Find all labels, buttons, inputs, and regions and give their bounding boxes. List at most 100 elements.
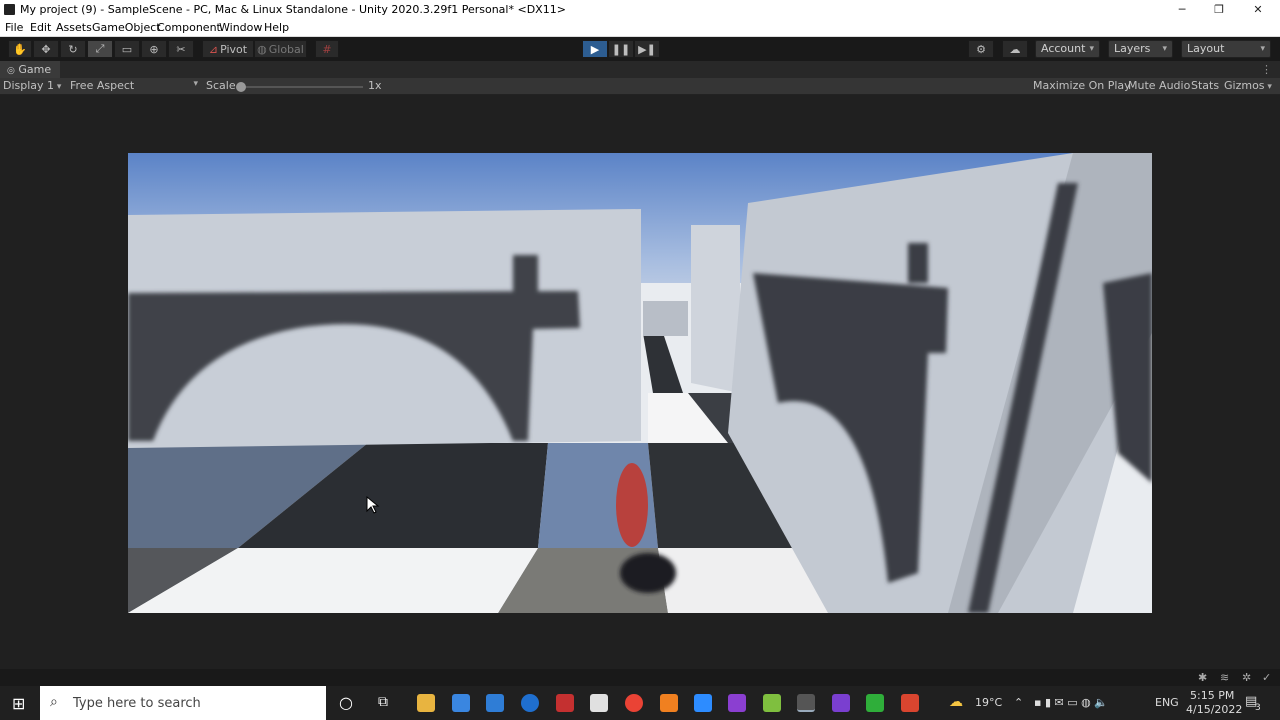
player-ball [616,463,648,547]
gizmos-label: Gizmos [1224,79,1265,92]
more-options-icon[interactable]: ⋮ [1261,63,1272,76]
unity-editor-icon[interactable] [797,694,815,712]
pause-button[interactable]: ❚❚ [608,40,634,58]
hand-tool-icon[interactable]: ✋ [8,40,32,58]
rotate-tool-icon[interactable]: ↻ [60,40,86,58]
chevron-up-icon[interactable]: ⌃ [1014,696,1023,709]
minimize-button[interactable]: ─ [1162,0,1202,20]
pycharm-icon[interactable] [763,694,781,712]
game-render[interactable] [128,153,1152,613]
aspect-label: Free Aspect [70,79,135,92]
wall-distant-small [643,301,688,336]
weather-temp[interactable]: 19°C [975,696,1002,709]
scale-label: Scale [206,79,236,92]
scale-tool-icon[interactable]: ⤢ [87,40,113,58]
aspect-dropdown[interactable]: Free Aspect ▾ [70,79,198,92]
tab-game[interactable]: ◎ Game [0,61,60,78]
camtasia-icon[interactable] [866,694,884,712]
sync-app-icon[interactable] [660,694,678,712]
pause-icon: ❚❚ [611,42,631,56]
main-toolbar: ✋ ✥ ↻ ⤢ ▭ ⊕ ✂ ⊿ Pivot ◍ Global # ▶ ❚❚ ▶❚… [0,37,1280,61]
pivot-toggle[interactable]: ⊿ Pivot [202,40,254,58]
menu-gameobject[interactable]: GameObject [92,21,161,34]
menu-edit[interactable]: Edit [30,21,51,34]
move-tool-icon[interactable]: ✥ [33,40,59,58]
global-label: Global [268,42,304,56]
unity-app-icon [4,4,15,15]
weather-icon[interactable]: ☁ [949,694,963,710]
scale-slider-track[interactable] [238,86,363,88]
taskbar-search[interactable]: ⌕ Type here to search [40,686,326,720]
chevron-down-icon: ▾ [193,79,198,89]
pivot-label: Pivot [220,42,248,56]
close-button[interactable]: ✕ [1238,0,1278,20]
scale-value: 1x [368,79,382,92]
tray-icons[interactable]: ▪ ▮ ✉ ▭ ◍ 🔈 [1034,696,1108,709]
store-icon[interactable] [452,694,470,712]
title-bar: My project (9) - SampleScene - PC, Mac &… [0,0,1280,20]
display-dropdown[interactable]: Display 1 [3,79,61,92]
pivot-icon: ⊿ [208,42,219,56]
unity-hub-icon[interactable] [590,694,608,712]
menu-component[interactable]: Component [157,21,221,34]
mail-icon[interactable] [486,694,504,712]
defender-icon[interactable] [521,694,539,712]
check-icon[interactable]: ✓ [1262,671,1271,684]
step-button[interactable]: ▶❚ [634,40,660,58]
status-bar: ✱ ≋ ✲ ✓ [0,669,1280,686]
bug-icon[interactable]: ✱ [1198,671,1207,684]
chrome-icon[interactable] [625,694,643,712]
visual-studio-2-icon[interactable] [832,694,850,712]
menu-window[interactable]: Window [219,21,262,34]
visual-studio-icon[interactable] [728,694,746,712]
layout-dropdown[interactable]: Layout [1181,40,1271,58]
account-dropdown[interactable]: Account [1035,40,1100,58]
custom-tool-icon[interactable]: ✂ [168,40,194,58]
cortana-icon[interactable]: ○ [339,693,353,712]
task-view-icon[interactable]: ⧉ [378,694,388,710]
transform-tool-icon[interactable]: ⊕ [141,40,167,58]
maximize-on-play-toggle[interactable]: Maximize On Play [1033,79,1131,92]
layers-dropdown[interactable]: Layers [1108,40,1173,58]
rect-tool-icon[interactable]: ▭ [114,40,140,58]
stats-toggle[interactable]: Stats [1191,79,1219,92]
menu-file[interactable]: File [5,21,23,34]
step-icon: ▶❚ [638,42,656,56]
menu-help[interactable]: Help [264,21,289,34]
gizmos-dropdown[interactable]: Gizmos [1224,79,1272,92]
windows-start-icon[interactable]: ⊞ [12,694,25,713]
cloud-icon[interactable]: ☁ [1002,40,1028,58]
grid-snap-icon[interactable]: # [315,40,339,58]
tab-bar: ◎ Game ⋮ [0,61,1280,78]
clock-time[interactable]: 5:15 PM [1190,689,1234,702]
clock-date[interactable]: 4/15/2022 [1186,703,1242,716]
file-explorer-icon[interactable] [417,694,435,712]
restore-button[interactable]: ❐ [1199,0,1239,20]
collab-icon[interactable]: ⚙ [968,40,994,58]
display-label: Display 1 [3,79,55,92]
game-viewport [0,95,1280,669]
zoom-icon[interactable] [694,694,712,712]
gamepad-icon: ◎ [7,66,15,76]
language-indicator[interactable]: ENG [1155,696,1179,709]
play-button[interactable]: ▶ [582,40,608,58]
notification-count: 3 [1255,703,1261,713]
window-title: My project (9) - SampleScene - PC, Mac &… [20,3,566,16]
collab-status-icon[interactable]: ✲ [1242,671,1251,684]
mute-audio-toggle[interactable]: Mute Audio [1128,79,1190,92]
ball-shadow [620,553,676,593]
search-placeholder: Type here to search [73,696,201,711]
layers-status-icon[interactable]: ≋ [1220,671,1229,684]
wall-distant [691,225,740,393]
global-toggle[interactable]: ◍ Global [254,40,307,58]
scale-slider-handle[interactable] [236,82,246,92]
menu-assets[interactable]: Assets [56,21,92,34]
play-icon: ▶ [590,42,600,56]
windows-taskbar: ⊞ ⌕ Type here to search ○ ⧉ ☁ 19°C ⌃ ▪ ▮… [0,686,1280,720]
menu-bar: File Edit Assets GameObject Component Wi… [0,20,1280,37]
tab-game-label: Game [18,63,52,76]
game-view-toolbar: Display 1 Free Aspect ▾ Scale 1x Maximiz… [0,78,1280,95]
search-icon: ⌕ [50,694,58,710]
screencast-icon[interactable] [901,694,919,712]
recorder-icon[interactable] [556,694,574,712]
